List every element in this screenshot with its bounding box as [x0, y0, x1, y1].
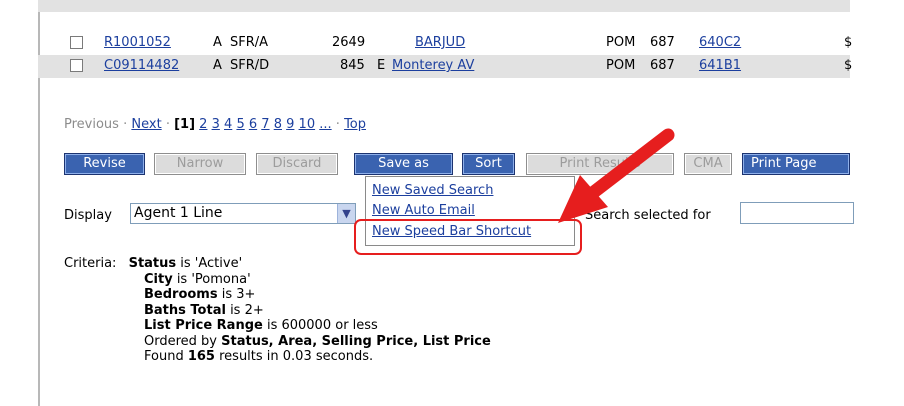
street-direction-cell: E: [377, 58, 386, 73]
street-number-cell: 2649: [332, 35, 366, 50]
street-link[interactable]: BARJUD: [415, 35, 465, 50]
cma-button[interactable]: CMA: [684, 153, 732, 175]
search-selected-input[interactable]: [740, 202, 854, 224]
menu-item-new-auto-email[interactable]: New Auto Email: [372, 203, 475, 218]
display-select-value: Agent 1 Line: [134, 205, 223, 221]
save-as-button[interactable]: Save as: [354, 153, 453, 175]
table-row: R1001052 A SFR/A 2649 BARJUD POM 687 640…: [38, 32, 853, 55]
page-link[interactable]: 6: [249, 117, 257, 132]
display-select[interactable]: Agent 1 Line ▼: [130, 203, 356, 224]
page-link[interactable]: 9: [286, 117, 294, 132]
price-cell: $: [844, 58, 853, 73]
mls-number-link[interactable]: R1001052: [104, 35, 171, 50]
sort-button[interactable]: Sort: [462, 153, 515, 175]
page-link[interactable]: 10: [299, 117, 316, 132]
map-page-link[interactable]: 641B1: [699, 58, 741, 73]
street-number-cell: 845: [340, 58, 365, 73]
previous-link: Previous: [64, 117, 119, 132]
display-label: Display: [64, 208, 112, 223]
city-cell: POM: [606, 35, 636, 50]
page-link[interactable]: 4: [224, 117, 232, 132]
area-cell: 687: [650, 35, 675, 50]
street-link[interactable]: Monterey AV: [392, 58, 474, 73]
status-cell: A: [213, 58, 222, 73]
type-cell: SFR/A: [230, 35, 269, 50]
page-link[interactable]: 3: [212, 117, 220, 132]
chevron-down-icon[interactable]: ▼: [337, 204, 355, 223]
narrow-button[interactable]: Narrow: [154, 153, 246, 175]
page-link[interactable]: 2: [199, 117, 207, 132]
pagination: Previous · Next · [1] 2 3 4 5 6 7 8 9 10…: [64, 117, 366, 132]
price-cell: $: [844, 35, 853, 50]
row-select-checkbox[interactable]: [70, 59, 83, 72]
next-link[interactable]: Next: [131, 117, 161, 132]
status-cell: A: [213, 35, 222, 50]
row-select-checkbox[interactable]: [70, 36, 83, 49]
table-row: C09114482 A SFR/D 845 E Monterey AV POM …: [38, 55, 853, 78]
page-link[interactable]: 8: [274, 117, 282, 132]
page-link[interactable]: 7: [261, 117, 269, 132]
annotation-arrow-icon: [558, 128, 675, 223]
current-page: [1]: [174, 117, 196, 132]
map-page-link[interactable]: 640C2: [699, 35, 741, 50]
criteria-label: Criteria:: [64, 256, 117, 271]
type-cell: SFR/D: [230, 58, 270, 73]
city-cell: POM: [606, 58, 636, 73]
revise-button[interactable]: Revise: [64, 153, 145, 175]
area-cell: 687: [650, 58, 675, 73]
mls-number-link[interactable]: C09114482: [104, 58, 179, 73]
top-link[interactable]: Top: [344, 117, 366, 132]
more-pages-link[interactable]: ...: [319, 117, 331, 132]
discard-button[interactable]: Discard: [256, 153, 338, 175]
criteria-block: Criteria: Status is 'Active' City is 'Po…: [64, 256, 491, 364]
table-row-partial: [38, 0, 850, 12]
page-link[interactable]: 5: [236, 117, 244, 132]
menu-item-new-saved-search[interactable]: New Saved Search: [372, 183, 493, 198]
print-page-button[interactable]: Print Page: [742, 153, 850, 175]
